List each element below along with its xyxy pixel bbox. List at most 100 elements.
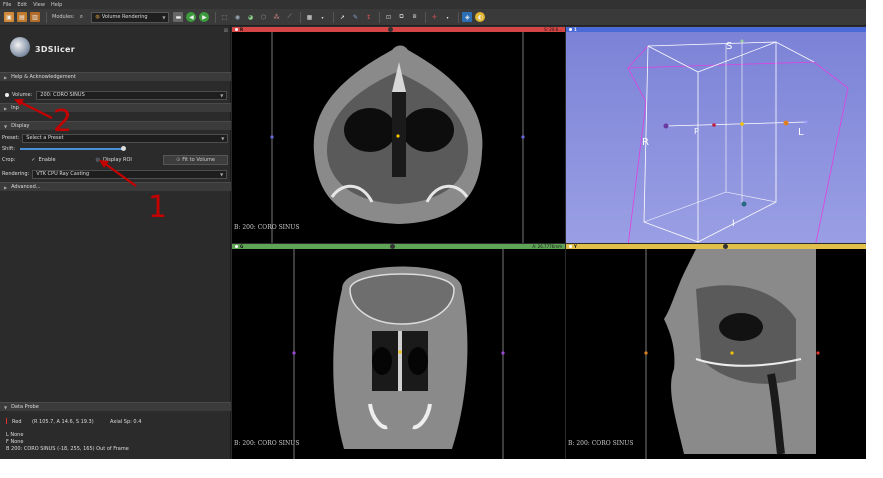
module-panel: 3DSlicer ⊠ ▶ Help & Acknowledgement Volu… [0, 27, 231, 459]
ruler-icon[interactable]: ↕ [363, 12, 373, 22]
coronal-ct-image [292, 249, 505, 459]
enable-label: Enable [38, 157, 56, 163]
menu-file[interactable]: File [3, 2, 11, 8]
annotation-number-1: 1 [148, 190, 168, 225]
eye-icon: ◎ [95, 157, 100, 163]
display-roi-toggle[interactable]: ◎ Display ROI [96, 157, 132, 163]
editor-module-icon[interactable]: ⟋ [284, 12, 294, 22]
data-probe-section[interactable]: ▼ Data Probe [0, 402, 231, 411]
module-search-icon[interactable]: ⌕ [76, 12, 86, 22]
toolbar-separator [300, 11, 302, 23]
module-icon: ◍ [95, 14, 100, 20]
volume-visibility-icon[interactable] [5, 93, 9, 97]
fit-volume-icon: ⊙ [176, 157, 181, 163]
models-module-icon[interactable]: ◕ [245, 12, 255, 22]
probe-orientation: Axial Sp: 0.4 [110, 419, 142, 425]
extension-manager-icon[interactable]: ◈ [462, 12, 473, 22]
crosshair-icon[interactable]: ✛ [429, 12, 439, 22]
layout-menu-icon[interactable]: ▾ [317, 12, 327, 22]
orientation-r-label: R [642, 137, 649, 148]
green-slice-view[interactable]: G A: 26.7776mm B: 200: CORO SINUS [232, 244, 565, 459]
pin-icon[interactable] [235, 245, 238, 248]
axial-ct-image [270, 32, 525, 243]
place-fiducial-icon[interactable]: ✎ [350, 12, 360, 22]
screenshot-icon[interactable]: ⊡ [383, 12, 393, 22]
pin-icon[interactable] [569, 245, 572, 248]
shift-slider-handle[interactable] [121, 146, 126, 151]
panel-undock-icon[interactable]: ⊠ [224, 28, 228, 34]
inputs-section[interactable]: ▶ Inp [0, 103, 231, 112]
enable-crop-checkbox[interactable]: ✓ Enable [31, 157, 55, 163]
forward-arrow-icon[interactable]: ▶ [199, 12, 210, 22]
shift-slider-track[interactable] [20, 148, 124, 150]
transforms-module-icon[interactable]: ⁂ [271, 12, 281, 22]
rendering-method-selector[interactable]: VTK CPU Ray Casting ▼ [32, 169, 228, 179]
scene-view-icon[interactable]: ⧉ [396, 12, 406, 22]
back-arrow-icon[interactable]: ◀ [186, 12, 197, 22]
layout-icon[interactable]: ▦ [304, 12, 314, 22]
preset-row: Preset: Select a Preset ▼ [0, 133, 231, 143]
dicom-module-icon[interactable]: ◉ [232, 12, 242, 22]
help-section-label: Help & Acknowledgement [11, 74, 76, 80]
slicer-logo-icon [10, 37, 30, 57]
threed-view[interactable]: 1 S R L P I [566, 27, 866, 243]
annotation-number-2: 2 [53, 104, 73, 139]
menu-edit[interactable]: Edit [17, 2, 27, 8]
chevron-right-icon: ▶ [4, 74, 8, 80]
save-icon[interactable]: ▥ [30, 12, 40, 22]
red-view-corner-label: B: 200: CORO SINUS [234, 224, 300, 231]
chevron-down-icon: ▼ [162, 14, 166, 20]
rendering-label: Rendering: [2, 171, 30, 177]
orientation-s-label: S [726, 41, 733, 52]
shift-row: Shift: [0, 144, 231, 154]
toolbar-separator [425, 11, 427, 23]
crosshair-menu-icon[interactable]: ▾ [442, 12, 452, 22]
menu-bar: File Edit View Help [0, 0, 866, 9]
volume-row: Volume: 200: CORO SINUS ▼ [0, 90, 231, 100]
fit-to-volume-button[interactable]: ⊙ Fit to Volume [163, 155, 228, 165]
display-roi-label: Display ROI [102, 157, 132, 163]
data-module-icon[interactable]: ⬚ [219, 12, 229, 22]
probe-color-marker [6, 418, 7, 424]
red-slice-view[interactable]: R S: 20.6... B: 200: CORO SINUS [232, 27, 565, 243]
crop-row: Crop: ✓ Enable ◎ Display ROI ⊙ Fit to Vo… [0, 155, 231, 165]
toolbar-separator [458, 11, 460, 23]
preset-label: Preset: [2, 135, 20, 141]
advanced-section[interactable]: ▶ Advanced... [0, 182, 231, 191]
python-console-icon[interactable]: ◐ [475, 12, 486, 22]
pin-icon[interactable] [235, 28, 238, 31]
load-data-icon[interactable]: ▣ [4, 12, 14, 22]
display-section-label: Display [11, 123, 30, 129]
volumes-module-icon[interactable]: ⬡ [258, 12, 268, 22]
module-selector[interactable]: ◍ Volume Rendering ▼ [91, 11, 170, 23]
slicer-window: File Edit View Help ▣ ▤ ▥ Modules: ⌕ ◍ V… [0, 0, 866, 459]
volume-selector[interactable]: 200: CORO SINUS ▼ [36, 90, 228, 100]
chevron-right-icon: ▶ [4, 105, 8, 111]
toolbar-separator [46, 11, 47, 23]
load-dicom-icon[interactable]: ▤ [17, 12, 27, 22]
display-section[interactable]: ▼ Display [0, 121, 231, 130]
menu-help[interactable]: Help [51, 2, 62, 8]
probe-view-name: Red [12, 419, 22, 425]
orientation-l-label: L [798, 127, 804, 138]
menu-view[interactable]: View [33, 2, 45, 8]
scene-view-restore-icon[interactable]: ⧈ [409, 12, 419, 22]
crop-label: Crop: [2, 157, 16, 163]
mouse-pointer-icon[interactable]: ➚ [337, 12, 347, 22]
volume-label: Volume: [12, 92, 33, 98]
toolbar: ▣ ▤ ▥ Modules: ⌕ ◍ Volume Rendering ▼ ▬ … [0, 9, 866, 26]
module-history-icon[interactable]: ▬ [173, 12, 184, 22]
data-probe-label: Data Probe [11, 404, 39, 410]
help-acknowledgement-section[interactable]: ▶ Help & Acknowledgement [0, 72, 231, 81]
data-probe-info: Red (R 105.7, A 14.6, S 19.3) Axial Sp: … [0, 414, 231, 459]
probe-layer-b: B 200: CORO SINUS (-18, 255, 165) Out of… [6, 446, 129, 452]
rendering-row: Rendering: VTK CPU Ray Casting ▼ [0, 169, 231, 179]
toolbar-separator [215, 11, 217, 23]
yellow-slice-view[interactable]: Y B: 200: CORO SINUS [566, 244, 866, 459]
pin-icon[interactable] [569, 28, 572, 31]
chevron-right-icon: ▶ [4, 184, 8, 190]
sagittal-ct-image [644, 249, 820, 459]
chevron-down-icon: ▼ [4, 404, 8, 410]
logo-area: 3DSlicer ⊠ [0, 27, 231, 71]
chevron-down-icon: ▼ [221, 135, 225, 141]
